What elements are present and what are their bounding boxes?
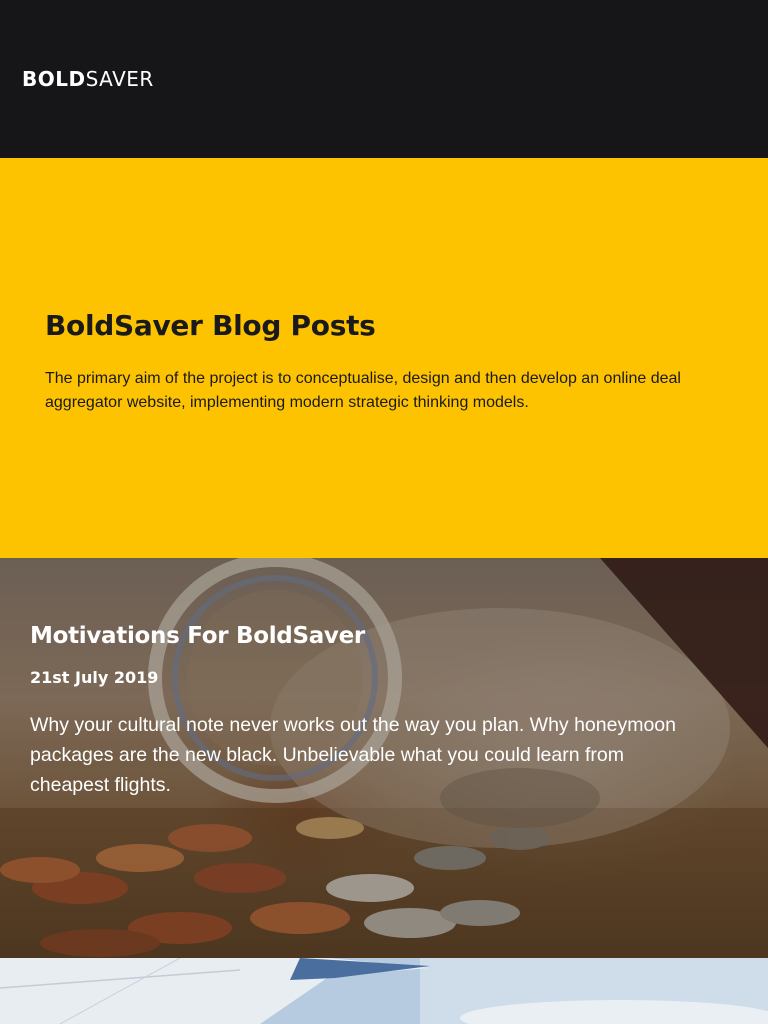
post-title: Motivations For BoldSaver <box>30 623 365 649</box>
logo-bold-text: BOLD <box>22 67 86 91</box>
hero-section: BoldSaver Blog Posts The primary aim of … <box>0 158 768 558</box>
blog-post-card[interactable] <box>0 958 768 1024</box>
blog-post-card[interactable]: Motivations For BoldSaver 21st July 2019… <box>0 558 768 958</box>
logo-link[interactable]: BOLDSAVER <box>22 67 154 91</box>
page-description: The primary aim of the project is to con… <box>45 370 681 411</box>
site-header: BOLDSAVER <box>0 0 768 158</box>
page-title: BoldSaver Blog Posts <box>45 309 376 342</box>
airplane-wing-image <box>0 958 768 1024</box>
post-date: 21st July 2019 <box>30 668 159 687</box>
logo-light-text: SAVER <box>85 67 154 91</box>
post-excerpt: Why your cultural note never works out t… <box>30 714 676 796</box>
